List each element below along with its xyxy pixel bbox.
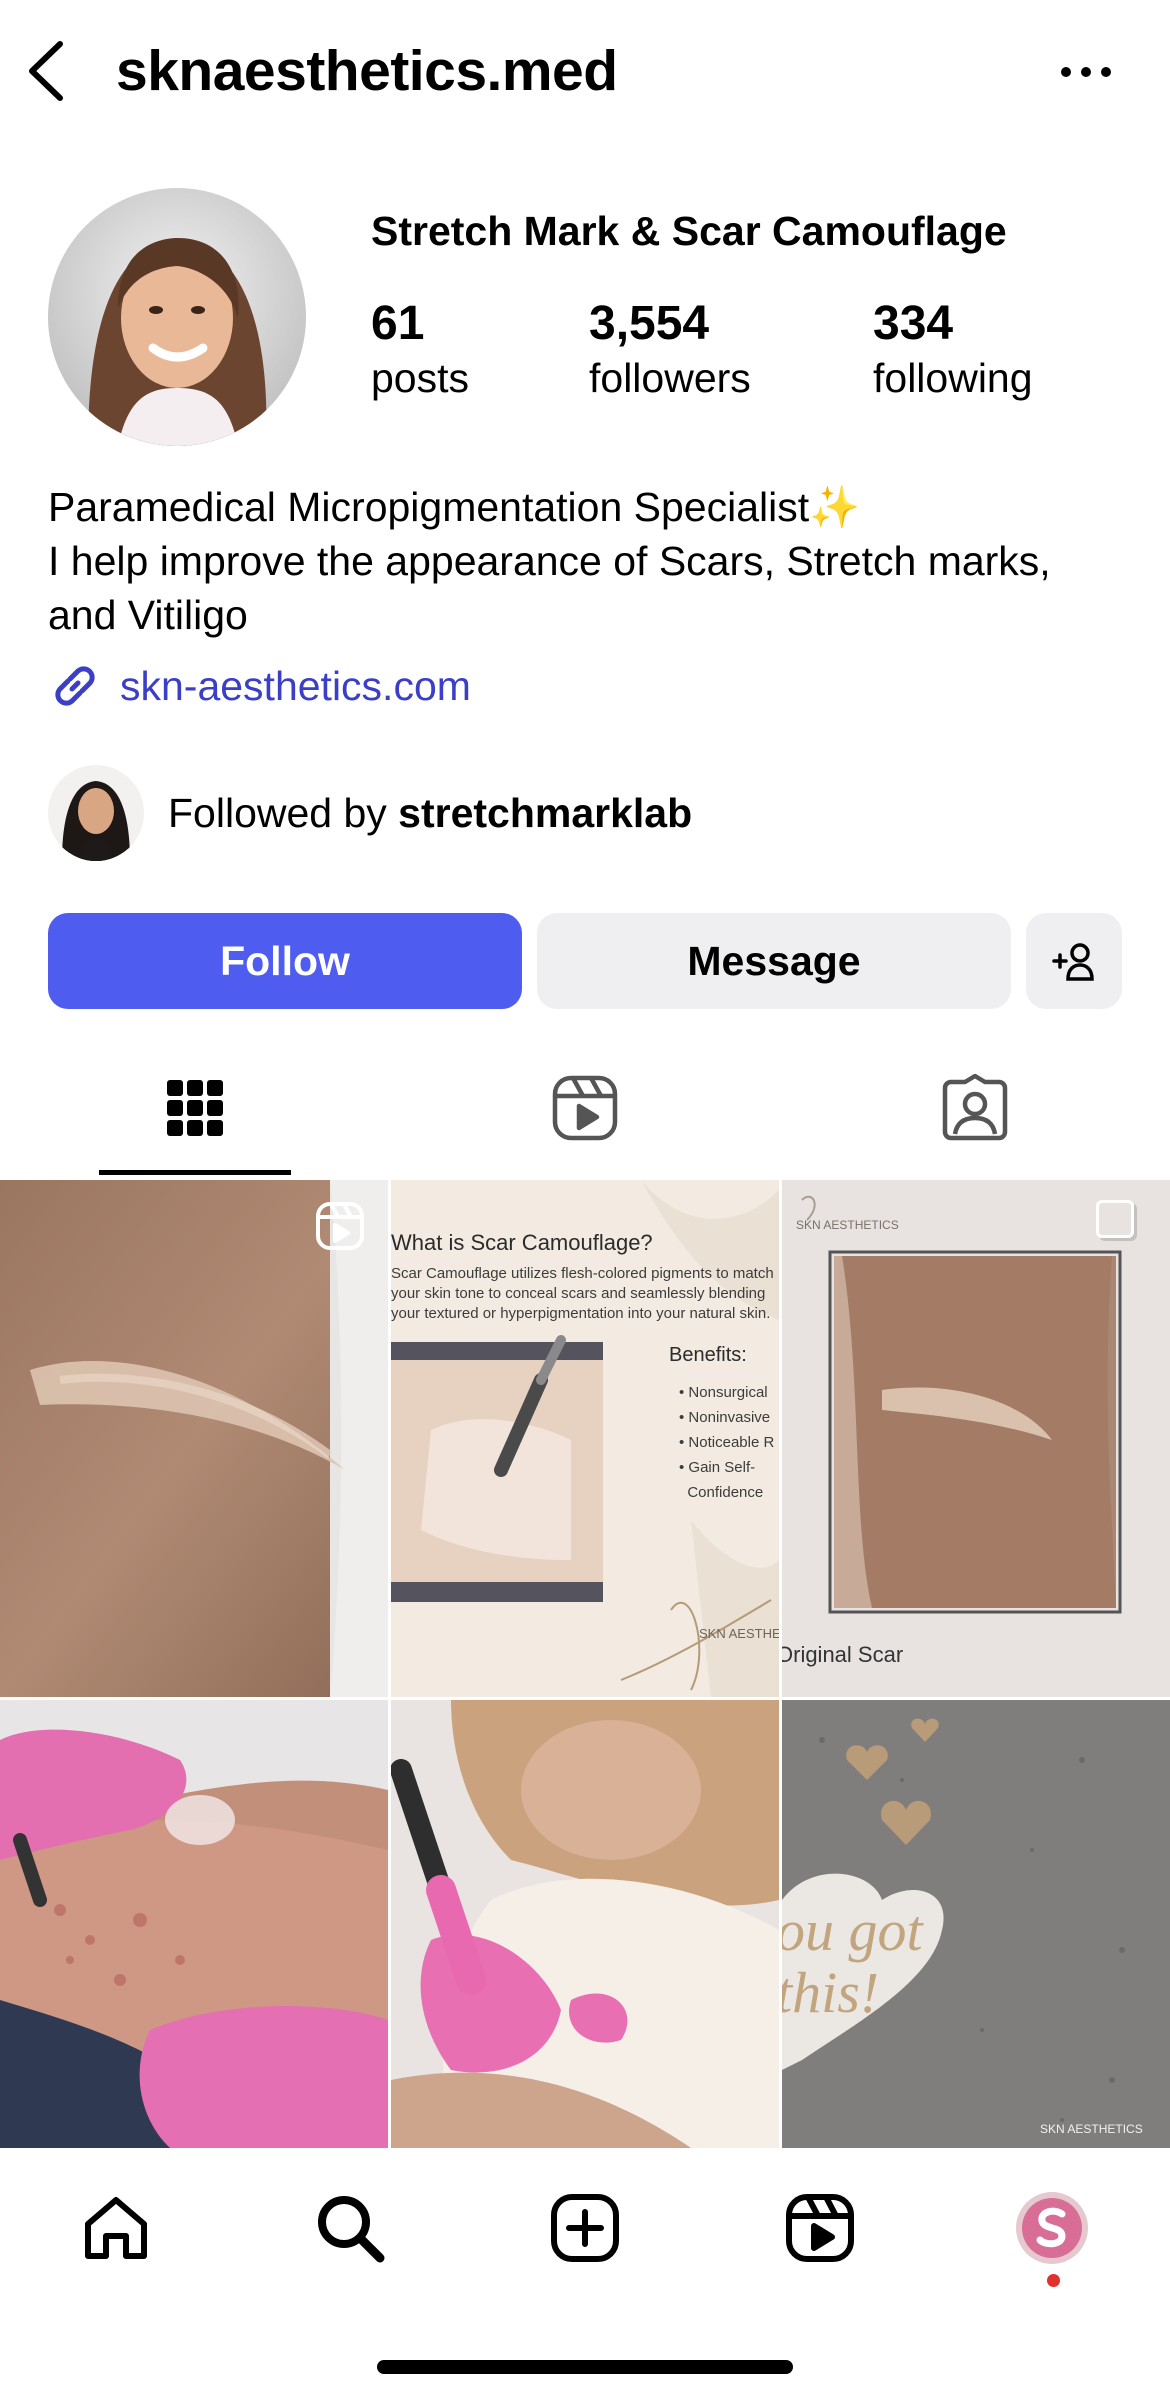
followers-count-value: 3,554 (589, 297, 710, 350)
home-indicator[interactable] (377, 2360, 793, 2374)
followed-by-prefix: Followed by (168, 789, 399, 836)
nav-home[interactable] (76, 2188, 156, 2268)
add-person-icon (1052, 943, 1094, 981)
website-url[interactable]: skn-aesthetics.com (120, 663, 471, 710)
following-count-label: following (873, 355, 1033, 401)
post-thumbnail[interactable] (0, 1700, 388, 2148)
brand-watermark: SKN AESTHETICS (1040, 2122, 1143, 2136)
nav-profile[interactable] (1012, 2188, 1092, 2268)
nav-create[interactable] (545, 2188, 625, 2268)
suggested-accounts-button[interactable] (1026, 913, 1122, 1009)
profile-tabs (0, 1040, 1170, 1176)
tab-tagged[interactable] (780, 1040, 1170, 1176)
followers-count[interactable]: 3,554 followers (589, 295, 751, 403)
reels-icon (786, 2194, 854, 2262)
tagged-icon (942, 1074, 1008, 1141)
link-icon (48, 659, 102, 713)
top-bar: sknaesthetics.med (0, 0, 1170, 145)
benefit-item: • Noticeable R (679, 1434, 775, 1451)
benefits-list: • Nonsurgical • Noninvasive • Noticeable… (679, 1380, 774, 1505)
nav-reels[interactable] (780, 2188, 860, 2268)
following-count-value: 334 (873, 297, 954, 350)
bio-line: I help improve the appearance of Scars, … (48, 538, 1051, 584)
followed-by-row[interactable]: Followed by stretchmarklab (48, 764, 692, 862)
post-handwritten-text: ou got this! (782, 1898, 923, 2025)
profile-username: sknaesthetics.med (116, 39, 618, 103)
benefit-item: Confidence (687, 1484, 764, 1501)
follow-button[interactable]: Follow (48, 913, 522, 1009)
post-caption: Original Scar (782, 1642, 904, 1667)
tab-posts-grid[interactable] (0, 1040, 390, 1176)
benefit-item: • Gain Self- (679, 1459, 756, 1476)
create-icon (551, 2194, 619, 2262)
bio-line: Paramedical Micropigmentation Specialist… (48, 484, 861, 530)
post-title: What is Scar Camouflage? (391, 1230, 653, 1255)
post-body-line: your textured or hyperpigmentation into … (391, 1305, 771, 1322)
post-body-line: Scar Camouflage utilizes flesh-colored p… (391, 1265, 774, 1282)
brand-watermark: SKN AESTHETICS (699, 1626, 779, 1641)
profile-display-name: Stretch Mark & Scar Camouflage (371, 208, 1007, 254)
post-thumbnail[interactable]: ou got this! SKN AESTHETICS (782, 1700, 1170, 2148)
notification-dot (1047, 2274, 1060, 2287)
post-thumbnail[interactable]: SKN AESTHETICS Original Scar (782, 1180, 1170, 1697)
profile-avatar-icon (1016, 2192, 1088, 2264)
profile-avatar[interactable] (48, 188, 306, 446)
profile-bio: Paramedical Micropigmentation Specialist… (48, 480, 1128, 642)
reels-icon (552, 1075, 618, 1141)
benefits-title: Benefits: (669, 1344, 747, 1366)
post-thumbnail[interactable]: What is Scar Camouflage? Scar Camouflage… (391, 1180, 779, 1697)
tab-reels[interactable] (390, 1040, 780, 1176)
home-icon (85, 2197, 147, 2259)
followed-by-user[interactable]: stretchmarklab (398, 790, 692, 836)
post-thumbnail[interactable] (0, 1180, 388, 1697)
search-icon (318, 2196, 385, 2263)
message-button[interactable]: Message (537, 913, 1011, 1009)
posts-count[interactable]: 61 posts (371, 295, 469, 403)
grid-icon (167, 1080, 223, 1136)
bio-line: and Vitiligo (48, 592, 248, 638)
reel-badge-icon (314, 1200, 366, 1257)
post-body-line: your skin tone to conceal scars and seam… (391, 1285, 766, 1302)
followers-count-label: followers (589, 355, 751, 401)
brand-watermark: SKN AESTHETICS (796, 1218, 899, 1232)
posts-count-label: posts (371, 355, 469, 401)
followed-by-text: Followed by stretchmarklab (168, 790, 692, 837)
post-thumbnail[interactable] (391, 1700, 779, 2148)
benefit-item: • Noninvasive (679, 1409, 771, 1426)
following-count[interactable]: 334 following (873, 295, 1033, 403)
posts-count-value: 61 (371, 297, 425, 350)
post-body: Scar Camouflage utilizes flesh-colored p… (391, 1264, 774, 1324)
profile-website-link[interactable]: skn-aesthetics.com (48, 656, 471, 716)
back-chevron-icon[interactable] (22, 38, 72, 104)
carousel-badge-icon (1096, 1200, 1134, 1238)
follower-avatar (48, 765, 144, 861)
benefit-item: • Nonsurgical (679, 1384, 768, 1401)
active-tab-indicator (99, 1170, 291, 1175)
more-options-icon[interactable] (1056, 52, 1116, 92)
nav-search[interactable] (310, 2188, 390, 2268)
